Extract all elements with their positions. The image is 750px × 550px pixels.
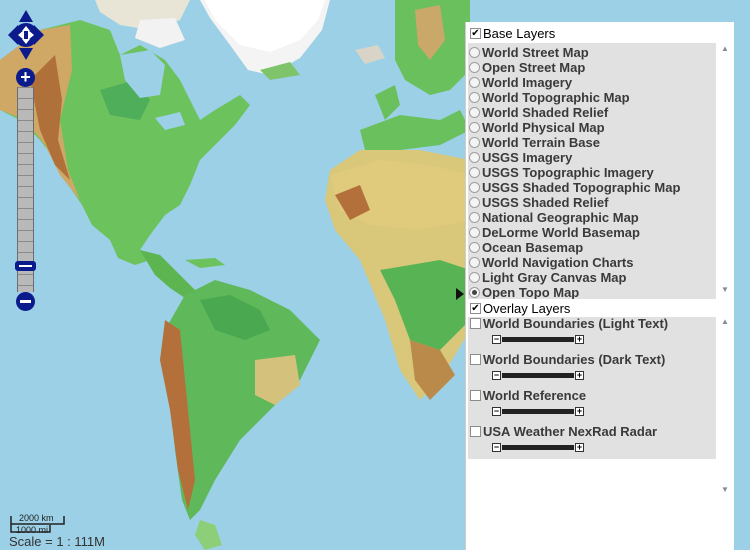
- base-layer-option[interactable]: World Shaded Relief: [468, 105, 608, 120]
- base-layer-label: Light Gray Canvas Map: [482, 270, 627, 285]
- zoom-out-button[interactable]: [16, 292, 35, 311]
- base-layer-option[interactable]: USGS Topographic Imagery: [468, 165, 654, 180]
- opacity-control: − +: [492, 406, 584, 417]
- base-layer-radio[interactable]: [469, 92, 480, 103]
- base-layer-radio[interactable]: [469, 122, 480, 133]
- zoom-slider-handle[interactable]: [15, 261, 36, 271]
- base-layer-label: USGS Imagery: [482, 150, 573, 165]
- base-layer-label: Open Street Map: [482, 60, 586, 75]
- base-layers-title: Base Layers: [483, 25, 556, 41]
- base-layer-radio[interactable]: [469, 257, 480, 268]
- opacity-control: − +: [492, 334, 584, 345]
- base-layer-option[interactable]: USGS Shaded Relief: [468, 195, 608, 210]
- scale-ratio-label: Scale = 1 : 111M: [9, 534, 105, 549]
- zoom-in-button[interactable]: +: [16, 68, 35, 87]
- opacity-decrease-button[interactable]: −: [492, 371, 501, 380]
- base-layer-label: World Shaded Relief: [482, 105, 609, 120]
- opacity-control: − +: [492, 370, 584, 381]
- base-layer-radio[interactable]: [469, 62, 480, 73]
- base-layer-label: Ocean Basemap: [482, 240, 584, 255]
- scale-km-label: 2000 km: [19, 513, 54, 523]
- base-layer-label: DeLorme World Basemap: [482, 225, 640, 240]
- overlay-layers-header[interactable]: ✔ Overlay Layers: [468, 299, 733, 317]
- base-layer-radio[interactable]: [469, 212, 480, 223]
- base-layer-radio[interactable]: [469, 242, 480, 253]
- opacity-decrease-button[interactable]: −: [492, 407, 501, 416]
- base-layer-label: World Navigation Charts: [482, 255, 634, 270]
- overlay-layer-option[interactable]: World Boundaries (Light Text): [468, 316, 668, 331]
- scroll-up-icon[interactable]: ▲: [720, 44, 730, 54]
- opacity-slider[interactable]: [502, 337, 574, 342]
- base-layer-label: World Street Map: [482, 45, 589, 60]
- base-layers-header[interactable]: ✔ Base Layers: [468, 24, 733, 42]
- overlay-layer-checkbox[interactable]: [470, 390, 481, 401]
- opacity-increase-button[interactable]: +: [575, 443, 584, 452]
- pan-control[interactable]: [8, 10, 44, 60]
- opacity-increase-button[interactable]: +: [575, 407, 584, 416]
- base-layer-option[interactable]: Ocean Basemap: [468, 240, 583, 255]
- base-layer-radio[interactable]: [469, 47, 480, 58]
- base-layer-option[interactable]: USGS Imagery: [468, 150, 572, 165]
- overlay-layers-title: Overlay Layers: [483, 300, 571, 316]
- base-layer-radio[interactable]: [469, 197, 480, 208]
- overlay-layer-option[interactable]: World Boundaries (Dark Text): [468, 352, 665, 367]
- base-layer-label: USGS Shaded Relief: [482, 195, 609, 210]
- base-layer-label: World Terrain Base: [482, 135, 600, 150]
- base-layer-radio[interactable]: [469, 137, 480, 148]
- base-layer-option[interactable]: Open Topo Map: [468, 285, 579, 300]
- base-layer-label: World Physical Map: [482, 120, 605, 135]
- base-layer-label: Open Topo Map: [482, 285, 580, 300]
- overlay-layers-checkbox[interactable]: ✔: [470, 302, 481, 314]
- base-layer-label: National Geographic Map: [482, 210, 639, 225]
- opacity-slider[interactable]: [502, 409, 574, 414]
- base-layer-label: World Topographic Map: [482, 90, 630, 105]
- opacity-slider[interactable]: [502, 373, 574, 378]
- opacity-decrease-button[interactable]: −: [492, 335, 501, 344]
- overlay-layer-label: USA Weather NexRad Radar: [483, 424, 658, 439]
- base-layer-radio[interactable]: [469, 77, 480, 88]
- base-layers-checkbox[interactable]: ✔: [470, 27, 481, 39]
- base-layer-radio[interactable]: [469, 167, 480, 178]
- base-layer-label: USGS Topographic Imagery: [482, 165, 654, 180]
- overlay-layer-checkbox[interactable]: [470, 426, 481, 437]
- overlay-layer-label: World Boundaries (Dark Text): [483, 352, 666, 367]
- base-layer-label: World Imagery: [482, 75, 573, 90]
- base-layer-radio[interactable]: [469, 182, 480, 193]
- pan-up-icon: [19, 10, 33, 22]
- opacity-control: − +: [492, 442, 584, 453]
- base-layer-radio[interactable]: [469, 287, 480, 298]
- base-layer-option[interactable]: World Imagery: [468, 75, 572, 90]
- base-layer-radio[interactable]: [469, 227, 480, 238]
- overlay-layer-option[interactable]: World Reference: [468, 388, 586, 403]
- scroll-down-icon[interactable]: ▼: [720, 285, 730, 295]
- overlay-layer-checkbox[interactable]: [470, 318, 481, 329]
- base-layer-option[interactable]: Open Street Map: [468, 60, 585, 75]
- base-layer-label: USGS Shaded Topographic Map: [482, 180, 681, 195]
- base-layer-option[interactable]: World Terrain Base: [468, 135, 600, 150]
- base-layer-radio[interactable]: [469, 107, 480, 118]
- base-layer-option[interactable]: World Street Map: [468, 45, 589, 60]
- opacity-slider[interactable]: [502, 445, 574, 450]
- base-layer-option[interactable]: World Physical Map: [468, 120, 605, 135]
- overlay-layer-checkbox[interactable]: [470, 354, 481, 365]
- base-layer-option[interactable]: Light Gray Canvas Map: [468, 270, 626, 285]
- layer-switcher-toggle-icon[interactable]: [456, 288, 464, 300]
- base-layer-option[interactable]: World Navigation Charts: [468, 255, 633, 270]
- base-layer-radio[interactable]: [469, 152, 480, 163]
- base-layer-radio[interactable]: [469, 272, 480, 283]
- overlay-layer-option[interactable]: USA Weather NexRad Radar: [468, 424, 657, 439]
- base-layer-option[interactable]: National Geographic Map: [468, 210, 639, 225]
- overlay-layer-label: World Boundaries (Light Text): [483, 316, 669, 331]
- opacity-increase-button[interactable]: +: [575, 335, 584, 344]
- scroll-down-icon[interactable]: ▼: [720, 485, 730, 495]
- scroll-up-icon[interactable]: ▲: [720, 317, 730, 327]
- opacity-increase-button[interactable]: +: [575, 371, 584, 380]
- base-layer-option[interactable]: USGS Shaded Topographic Map: [468, 180, 680, 195]
- base-layer-option[interactable]: DeLorme World Basemap: [468, 225, 640, 240]
- opacity-decrease-button[interactable]: −: [492, 443, 501, 452]
- base-layer-option[interactable]: World Topographic Map: [468, 90, 630, 105]
- overlay-layer-label: World Reference: [483, 388, 587, 403]
- pan-down-icon: [19, 48, 33, 60]
